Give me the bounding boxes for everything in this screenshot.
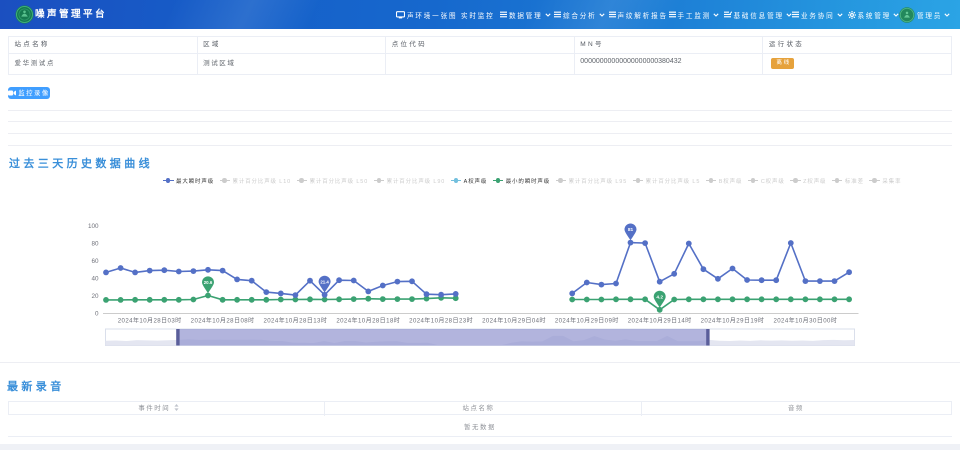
svg-text:21.4: 21.4 (320, 279, 329, 284)
svg-text:2024年10月29日19时: 2024年10月29日19时 (701, 317, 765, 325)
svg-text:20.6: 20.6 (204, 280, 213, 285)
svg-text:0: 0 (95, 311, 99, 318)
svg-text:2024年10月28日13时: 2024年10月28日13时 (263, 317, 327, 325)
svg-text:20: 20 (91, 293, 99, 300)
svg-text:2024年10月28日18时: 2024年10月28日18时 (336, 317, 400, 325)
svg-text:2024年10月28日03时: 2024年10月28日03时 (118, 317, 182, 325)
svg-text:4.2: 4.2 (656, 294, 663, 300)
svg-text:2024年10月29日04时: 2024年10月29日04时 (482, 317, 546, 325)
svg-text:2024年10月28日08时: 2024年10月28日08时 (191, 317, 255, 325)
svg-text:60: 60 (91, 258, 99, 265)
svg-text:40: 40 (91, 276, 99, 283)
svg-text:80: 80 (91, 241, 99, 248)
svg-text:100: 100 (88, 223, 99, 230)
svg-text:2024年10月28日23时: 2024年10月28日23时 (409, 317, 473, 325)
svg-text:2024年10月29日14时: 2024年10月29日14时 (628, 317, 692, 325)
svg-text:81: 81 (628, 227, 634, 233)
svg-text:2024年10月29日09时: 2024年10月29日09时 (555, 317, 619, 325)
svg-text:2024年10月30日00时: 2024年10月30日00时 (773, 317, 837, 325)
